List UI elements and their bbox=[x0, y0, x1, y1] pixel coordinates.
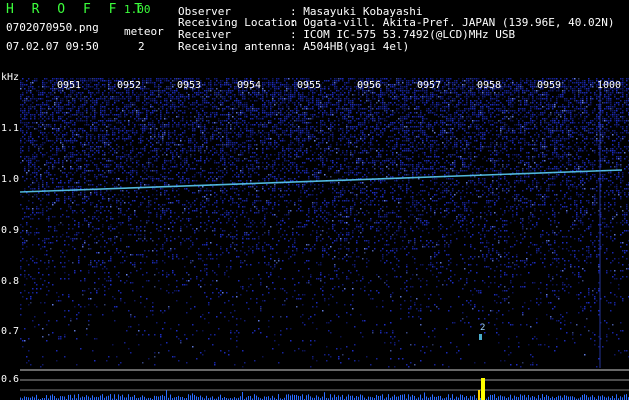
y-tick-label: 0.7 bbox=[1, 326, 20, 337]
time-label: 0956 bbox=[357, 80, 382, 91]
time-label: 0955 bbox=[297, 80, 322, 91]
time-label: 1000 bbox=[597, 80, 622, 91]
time-label: 0957 bbox=[417, 80, 442, 91]
time-label: 0952 bbox=[117, 80, 142, 91]
meteor-peak-bar bbox=[478, 390, 480, 400]
spectrogram: 2 bbox=[19, 78, 629, 400]
time-label: 0953 bbox=[177, 80, 202, 91]
y-tick-label: 1.0 bbox=[1, 174, 20, 185]
time-label: 0958 bbox=[477, 80, 502, 91]
time-label: 0951 bbox=[57, 80, 82, 91]
time-label: 0954 bbox=[237, 80, 262, 91]
power-bars bbox=[20, 390, 629, 400]
y-tick-label: 0.9 bbox=[1, 225, 20, 236]
y-tick-label: 0.8 bbox=[1, 276, 20, 287]
y-unit-label: kHz bbox=[1, 72, 20, 83]
noise-field bbox=[20, 78, 629, 368]
meteor-echo-mark bbox=[479, 334, 482, 340]
time-label: 0959 bbox=[537, 80, 562, 91]
meteor-echo: 2 bbox=[480, 323, 485, 333]
y-tick-label: 1.1 bbox=[1, 123, 20, 134]
meteor-peak-bar bbox=[481, 378, 485, 400]
y-tick-label: 0.6 bbox=[1, 374, 20, 385]
